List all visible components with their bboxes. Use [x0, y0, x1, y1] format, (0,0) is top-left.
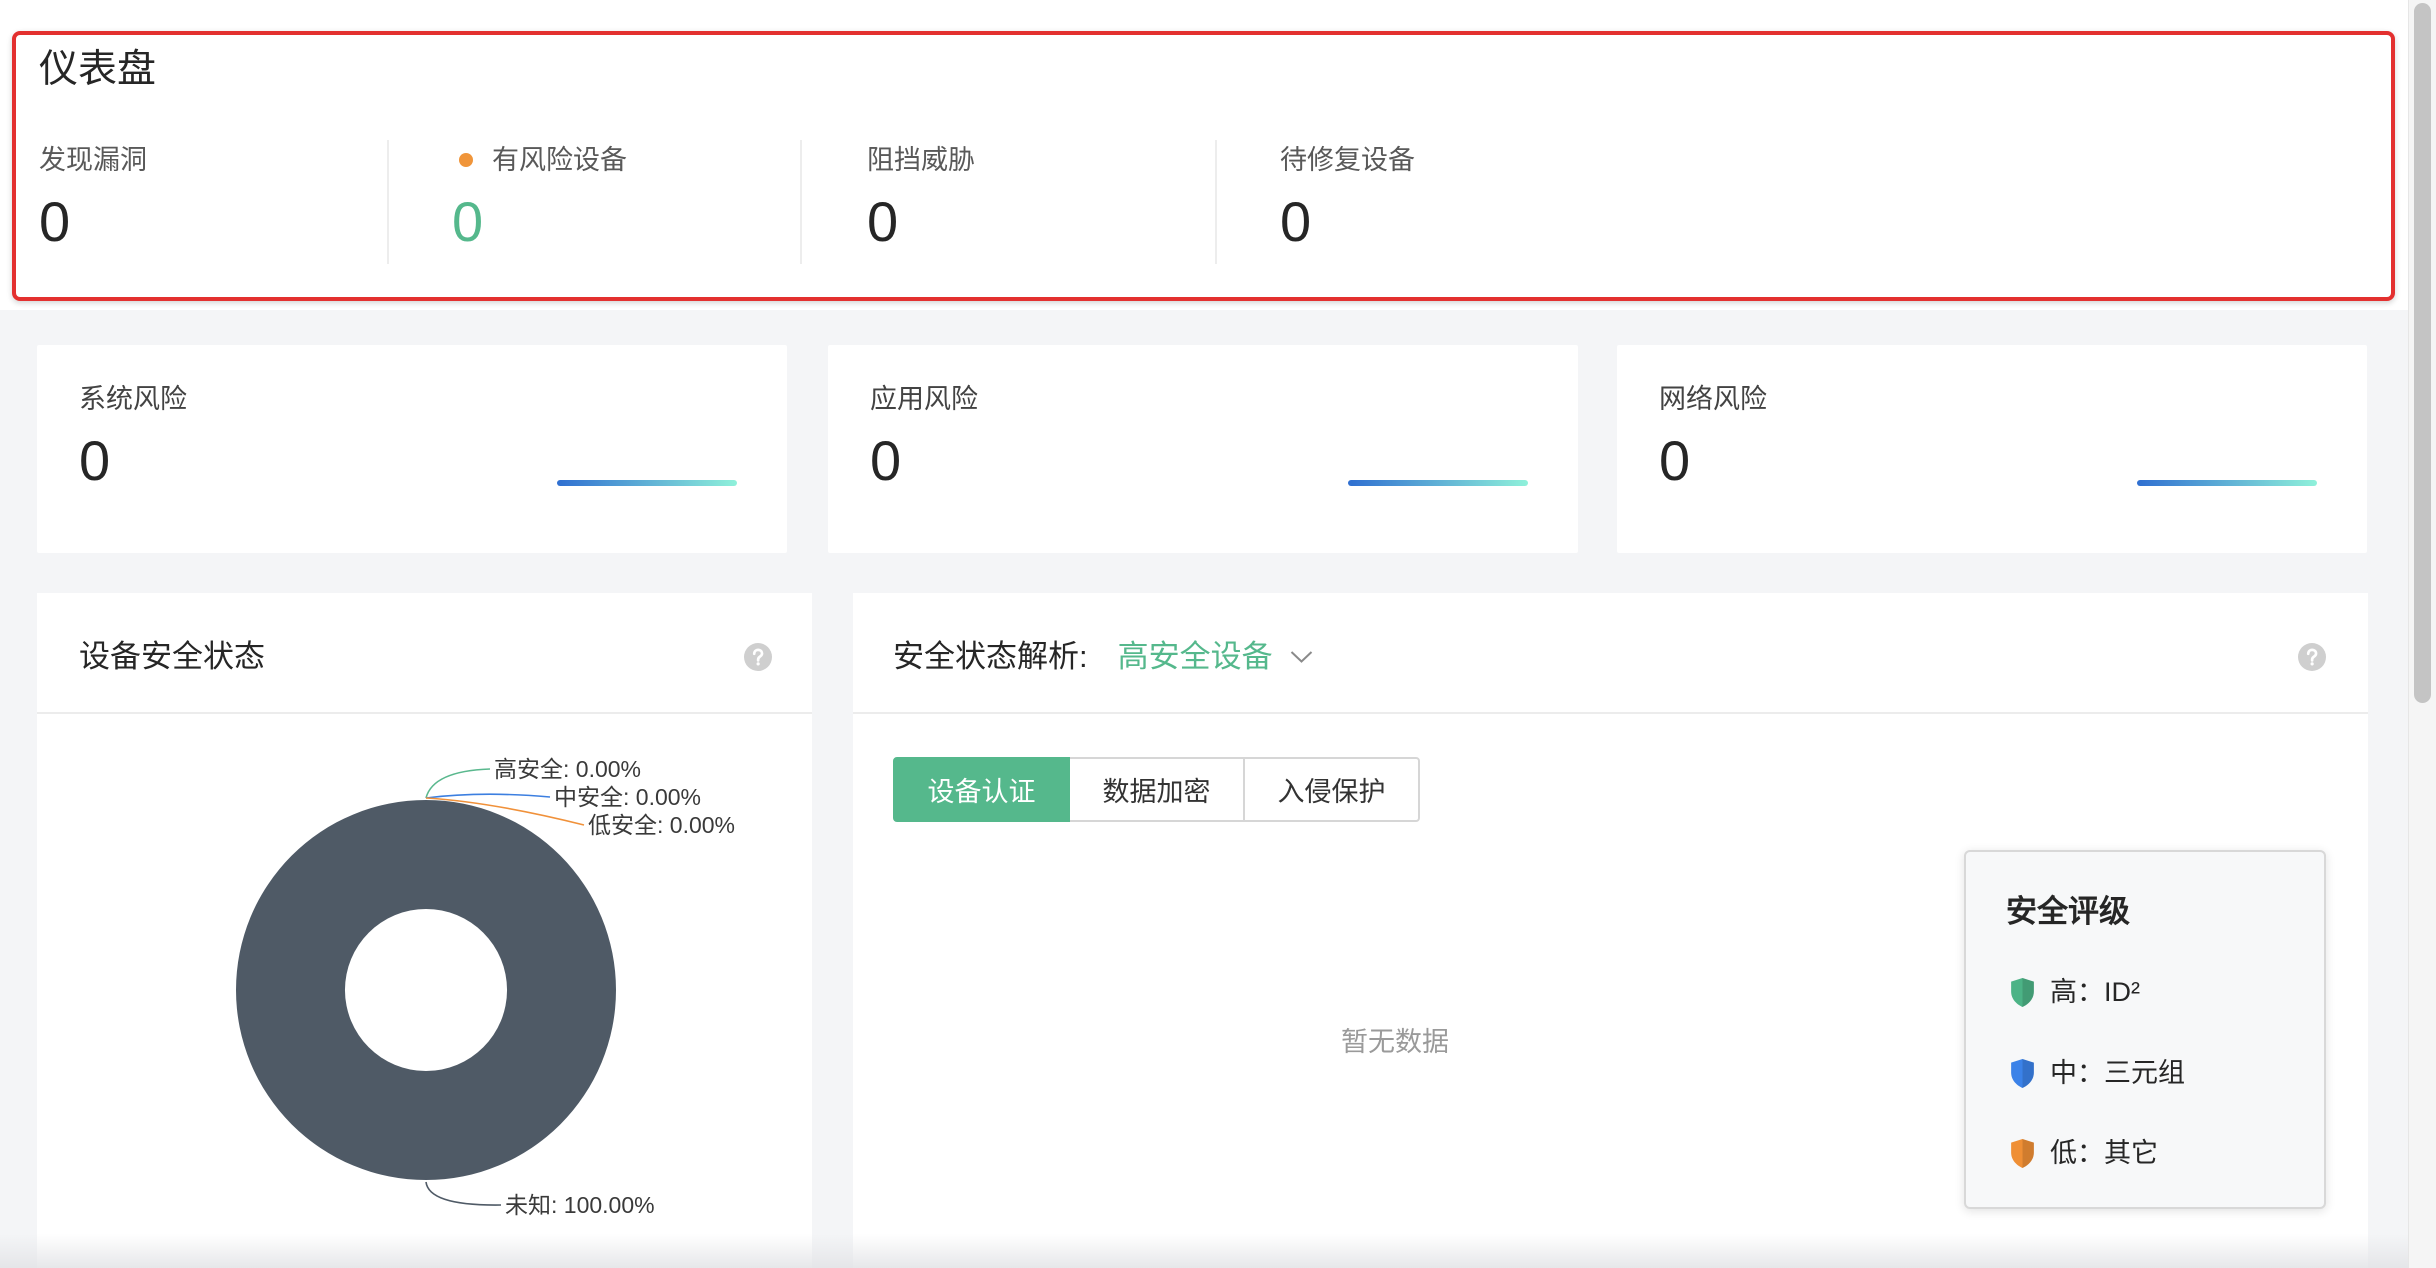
stat-label-row: 有风险设备 — [452, 145, 752, 175]
device-security-status-panel: 设备安全状态 高安全: 0.00% 中安全: 0.00% 低安全: 0.00% 未知:… — [37, 593, 812, 1268]
slice-label-separator: : — [623, 784, 636, 810]
empty-state-text: 暂无数据 — [1341, 1027, 1449, 1057]
slice-label-1: 中安全: 0.00% — [554, 784, 701, 810]
tab-intrusion-protection[interactable]: 入侵保护 — [1243, 757, 1420, 822]
security-rating-legend: 安全评级 高：ID² 中：三元组 低：其它 — [1964, 850, 2326, 1209]
slice-label-line-3 — [425, 1181, 502, 1206]
shield-icon — [2010, 1058, 2035, 1089]
slice-label-name: 未知 — [505, 1192, 551, 1218]
stat-value: 0 — [452, 190, 484, 253]
panel-header: 设备安全状态 — [37, 593, 812, 714]
analysis-title-row: 安全状态解析: 高安全设备 — [893, 639, 1313, 675]
legend-title: 安全评级 — [2006, 894, 2130, 929]
panel-header: 安全状态解析: 高安全设备 — [853, 593, 2368, 714]
analysis-tabs: 设备认证 数据加密 入侵保护 — [893, 757, 1420, 822]
trend-line — [1348, 480, 1528, 486]
slice-label-separator: : — [551, 1192, 564, 1218]
highlight-box — [12, 31, 2395, 301]
security-level-dropdown[interactable]: 高安全设备 — [1118, 639, 1313, 675]
stat-divider — [387, 140, 389, 264]
analysis-title: 安全状态解析: — [893, 639, 1088, 674]
slice-label-percent: 100.00% — [564, 1192, 655, 1218]
application-risk-card: 应用风险 0 — [828, 345, 1578, 553]
shield-icon — [2010, 977, 2035, 1008]
shield-icon — [2010, 1138, 2035, 1169]
slice-label-percent: 0.00% — [670, 812, 735, 838]
tab-device-authentication[interactable]: 设备认证 — [893, 757, 1070, 822]
stat-blocked-threats: 阻挡威胁 0 — [867, 145, 1167, 257]
dashboard-header: 仪表盘 发现漏洞 0 有风险设备 0 阻挡威胁 0 待修复设备 0 — [0, 0, 2408, 310]
system-risk-card: 系统风险 0 — [37, 345, 787, 553]
stat-divider — [800, 140, 802, 264]
slice-label-name: 中安全 — [554, 784, 623, 810]
stat-divider — [1215, 140, 1217, 264]
help-icon[interactable] — [2298, 643, 2326, 671]
slice-label-line-1 — [425, 793, 551, 799]
scrollbar[interactable] — [2408, 0, 2436, 1268]
donut-slice-3[interactable] — [236, 800, 616, 1180]
dropdown-selected-value[interactable]: 高安全设备 — [1118, 639, 1273, 675]
legend-text: 中：三元组 — [2050, 1058, 2185, 1088]
help-icon[interactable] — [744, 643, 772, 671]
stat-value: 0 — [867, 190, 899, 253]
stat-value: 0 — [1280, 190, 1312, 253]
stat-label: 有风险设备 — [492, 145, 627, 175]
stat-label: 阻挡威胁 — [867, 145, 975, 175]
slice-label-separator: : — [657, 812, 670, 838]
slice-label-2: 低安全: 0.00% — [588, 812, 735, 838]
slice-label-3: 未知: 100.00% — [505, 1192, 655, 1218]
legend-item-low: 低：其它 — [2010, 1137, 2158, 1169]
slice-label-percent: 0.00% — [636, 784, 701, 810]
slice-label-percent: 0.00% — [576, 756, 641, 782]
slice-label-0: 高安全: 0.00% — [494, 756, 641, 782]
slice-label-name: 高安全 — [494, 756, 563, 782]
panel-title: 设备安全状态 — [79, 639, 265, 674]
legend-text: 高：ID² — [2050, 977, 2140, 1007]
device-security-donut-chart: 高安全: 0.00%中安全: 0.00%低安全: 0.00%未知: 100.00… — [236, 756, 735, 1218]
dashboard-page: 仪表盘 发现漏洞 0 有风险设备 0 阻挡威胁 0 待修复设备 0 系统风险 0 — [0, 0, 2436, 1268]
card-label: 网络风险 — [1659, 384, 1767, 414]
slice-label-name: 低安全 — [588, 812, 657, 838]
stat-value: 0 — [39, 190, 71, 253]
chevron-down-icon[interactable] — [1290, 650, 1313, 664]
card-label: 应用风险 — [870, 384, 978, 414]
slice-label-separator: : — [563, 756, 576, 782]
trend-line — [557, 480, 737, 486]
security-status-analysis-panel: 安全状态解析: 高安全设备 设备认证 数据加密 入侵保护 暂无数据 安全评级 高… — [853, 593, 2368, 1268]
card-value: 0 — [1659, 429, 1691, 492]
stat-vulnerabilities-found: 发现漏洞 0 — [39, 145, 339, 257]
stat-risky-devices: 有风险设备 0 — [452, 145, 752, 257]
scrollbar-thumb[interactable] — [2414, 3, 2431, 703]
network-risk-card: 网络风险 0 — [1617, 345, 2367, 553]
card-label: 系统风险 — [79, 384, 187, 414]
legend-item-medium: 中：三元组 — [2010, 1057, 2185, 1089]
page-title: 仪表盘 — [39, 48, 157, 91]
stat-label: 待修复设备 — [1280, 145, 1415, 175]
stat-label: 发现漏洞 — [39, 145, 147, 175]
card-value: 0 — [79, 429, 111, 492]
tab-data-encryption[interactable]: 数据加密 — [1068, 757, 1245, 822]
risk-status-dot — [459, 153, 473, 167]
donut-slices — [236, 800, 616, 1180]
legend-text: 低：其它 — [2050, 1138, 2158, 1168]
legend-item-high: 高：ID² — [2010, 976, 2140, 1008]
card-value: 0 — [870, 429, 902, 492]
stat-devices-to-fix: 待修复设备 0 — [1280, 145, 1580, 257]
trend-line — [2137, 480, 2317, 486]
